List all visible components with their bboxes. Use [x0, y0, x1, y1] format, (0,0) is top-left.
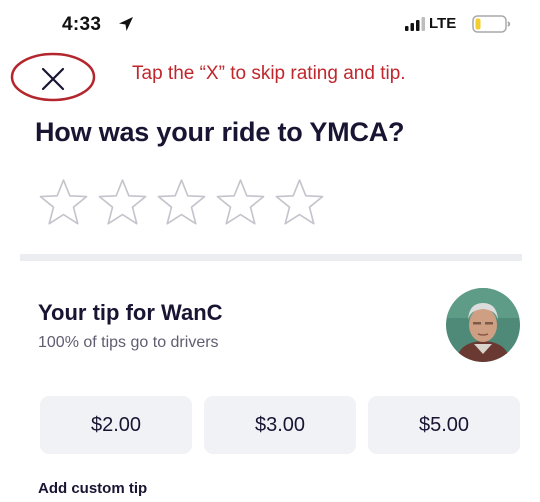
tip-option-button[interactable]: $5.00 [368, 396, 520, 454]
close-icon [41, 67, 65, 91]
star-rating [38, 177, 325, 228]
signal-bars-icon [405, 17, 425, 31]
tip-heading: Your tip for WanC [38, 300, 223, 325]
tip-subtitle: 100% of tips go to drivers [38, 334, 219, 351]
star-icon-3[interactable] [156, 177, 207, 228]
status-time: 4:33 [62, 14, 102, 35]
star-icon-5[interactable] [274, 177, 325, 228]
tip-option-button[interactable]: $2.00 [40, 396, 192, 454]
tip-option-button[interactable]: $3.00 [204, 396, 356, 454]
rating-question: How was your ride to YMCA? [35, 117, 405, 147]
network-label: LTE [429, 15, 457, 32]
section-divider [20, 254, 522, 261]
add-custom-tip-link[interactable]: Add custom tip [38, 480, 147, 497]
driver-avatar [446, 288, 520, 362]
star-icon-2[interactable] [97, 177, 148, 228]
close-button[interactable] [35, 64, 71, 94]
location-arrow-icon [119, 17, 133, 31]
annotation-text: Tap the “X” to skip rating and tip. [132, 63, 406, 84]
star-icon-4[interactable] [215, 177, 266, 228]
battery-icon [472, 15, 511, 33]
star-icon-1[interactable] [38, 177, 89, 228]
